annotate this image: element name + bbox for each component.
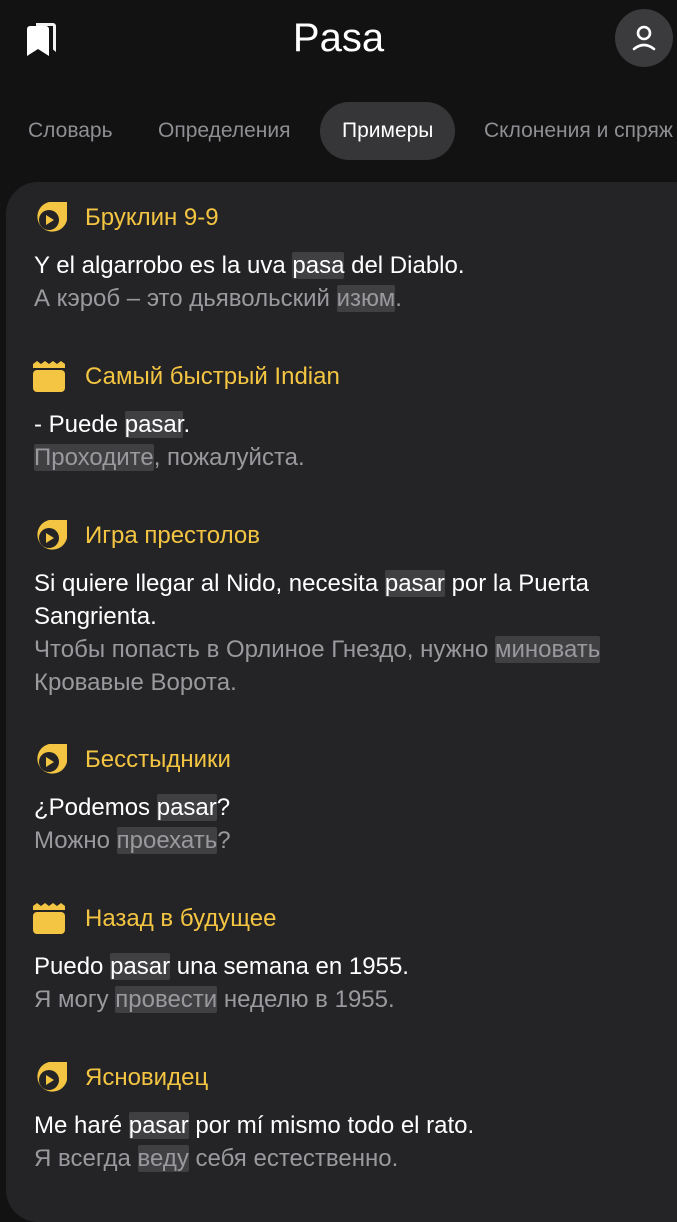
example-source[interactable]: Самый быстрый Indian — [30, 359, 340, 395]
highlighted-word: pasar — [124, 411, 184, 438]
highlighted-translation: миновать — [494, 636, 601, 663]
source-title: Назад в будущее — [85, 905, 277, 932]
highlighted-translation: изюм — [336, 285, 396, 312]
russian-translation: Я всегда веду себя естественно. — [34, 1145, 399, 1172]
user-icon — [632, 25, 656, 51]
highlighted-word: pasar — [156, 794, 217, 821]
film-clapperboard-icon — [33, 903, 65, 934]
spanish-sentence: Me haré pasar por mí mismo todo el rato. — [34, 1112, 475, 1139]
tab-conjugations[interactable]: Склонения и спряж — [484, 102, 673, 160]
tab-examples[interactable]: Примеры — [320, 102, 456, 160]
series-icon — [37, 202, 67, 232]
highlighted-translation: веду — [137, 1145, 189, 1172]
highlighted-translation: Проходите — [34, 444, 154, 471]
russian-translation: Можно проехать? — [34, 827, 231, 854]
page-title: Pasa — [292, 16, 385, 60]
spanish-sentence: Si quiere llegar al Nido, necesita pasar… — [34, 570, 589, 630]
tab-dictionary[interactable]: Словарь — [28, 102, 113, 160]
profile-button[interactable] — [615, 9, 673, 67]
film-clapperboard-icon — [33, 361, 65, 392]
russian-translation: Проходите, пожалуйста. — [34, 444, 305, 471]
highlighted-word: pasar — [128, 1112, 189, 1139]
app-header: Pasa — [0, 0, 677, 80]
russian-translation: Я могу провести неделю в 1955. — [34, 986, 395, 1013]
source-title: Ясновидец — [85, 1064, 209, 1091]
highlighted-translation: проехать — [116, 827, 218, 854]
spanish-sentence: Puedo pasar una semana en 1955. — [34, 953, 409, 980]
source-title: Игра престолов — [85, 522, 260, 549]
russian-translation: А кэроб – это дьявольский изюм. — [34, 285, 402, 312]
spanish-sentence: Y el algarrobo es la uva pasa del Diablo… — [34, 252, 465, 279]
series-icon — [37, 520, 67, 550]
source-title: Бесстыдники — [85, 746, 231, 773]
example-source[interactable]: Игра престолов — [30, 518, 260, 554]
spanish-sentence: - Puede pasar. — [34, 411, 191, 438]
example-source[interactable]: Бруклин 9-9 — [30, 200, 219, 236]
highlighted-word: pasa — [292, 252, 345, 279]
highlighted-word: pasar — [110, 953, 171, 980]
russian-translation: Чтобы попасть в Орлиное Гнездо, нужно ми… — [34, 636, 601, 696]
series-icon — [37, 1062, 67, 1092]
example-source[interactable]: Бесстыдники — [30, 742, 231, 778]
series-icon — [37, 744, 67, 774]
example-source[interactable]: Ясновидец — [30, 1060, 208, 1096]
source-title: Самый быстрый Indian — [85, 363, 340, 390]
highlighted-translation: провести — [115, 986, 218, 1013]
bookmarks-icon[interactable] — [24, 20, 58, 58]
source-title: Бруклин 9-9 — [85, 204, 219, 231]
examples-card: Бруклин 9-9 Y el algarrobo es la uva pas… — [6, 182, 677, 1222]
spanish-sentence: ¿Podemos pasar? — [34, 794, 231, 821]
example-source[interactable]: Назад в будущее — [30, 901, 276, 937]
section-tabs: Словарь Определения Примеры Склонения и … — [0, 102, 677, 160]
tab-definitions[interactable]: Определения — [158, 102, 290, 160]
highlighted-word: pasar — [384, 570, 445, 597]
